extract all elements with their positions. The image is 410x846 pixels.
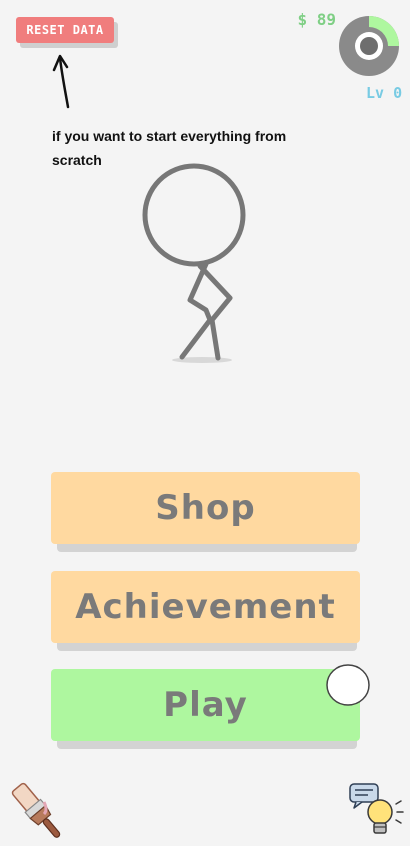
achievement-button[interactable]: Achievement: [51, 571, 360, 643]
reset-data-button[interactable]: RESET DATA: [16, 17, 114, 43]
game-main-menu: RESET DATA if you want to start everythi…: [0, 0, 410, 846]
hint-arrow-icon: [52, 54, 70, 109]
play-button[interactable]: Play: [51, 669, 360, 741]
white-ball-icon: [326, 664, 370, 706]
level-progress-ring: [339, 16, 399, 76]
reset-data-button-container: RESET DATA: [16, 17, 118, 48]
paint-brush-icon[interactable]: [8, 782, 68, 842]
achievement-button-container: Achievement: [51, 571, 360, 651]
money-counter: $ 89: [297, 10, 336, 29]
play-button-container: Play: [51, 669, 360, 749]
shop-button-container: Shop: [51, 472, 360, 552]
level-label: Lv 0: [366, 84, 403, 102]
stick-figure-character: [142, 163, 246, 363]
shop-button[interactable]: Shop: [51, 472, 360, 544]
lightbulb-chat-icon[interactable]: [346, 782, 404, 842]
